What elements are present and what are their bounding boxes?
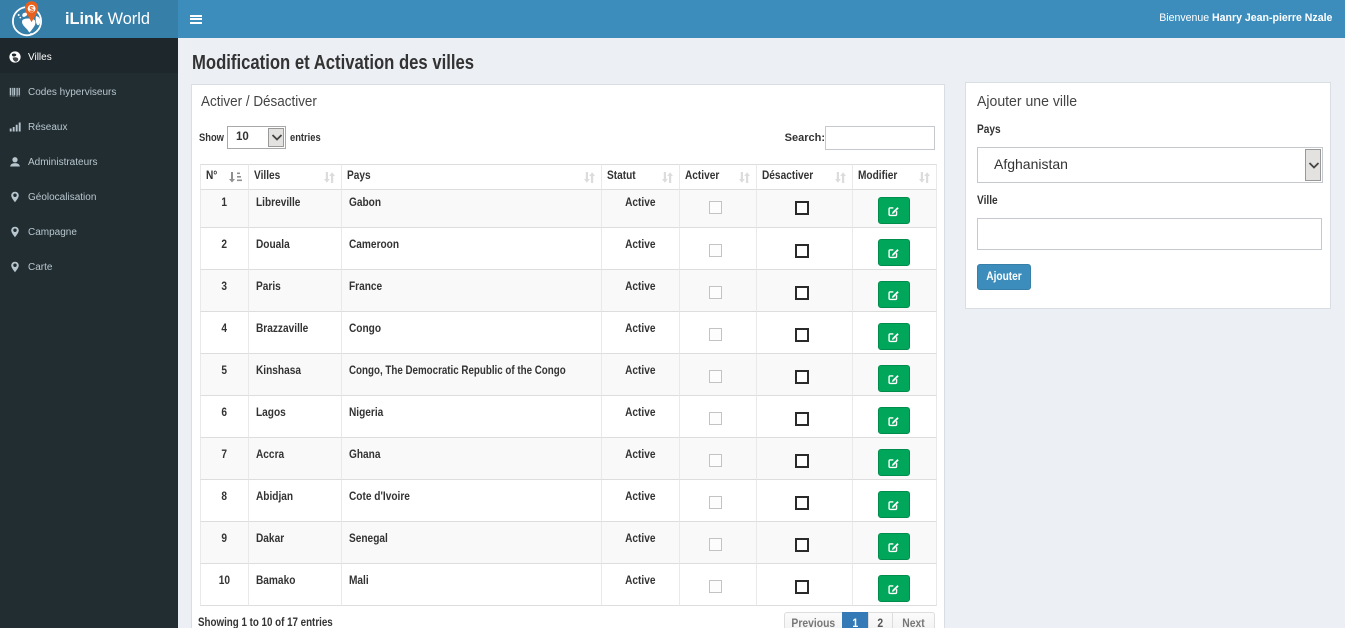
svg-text:$: $ <box>29 5 34 14</box>
